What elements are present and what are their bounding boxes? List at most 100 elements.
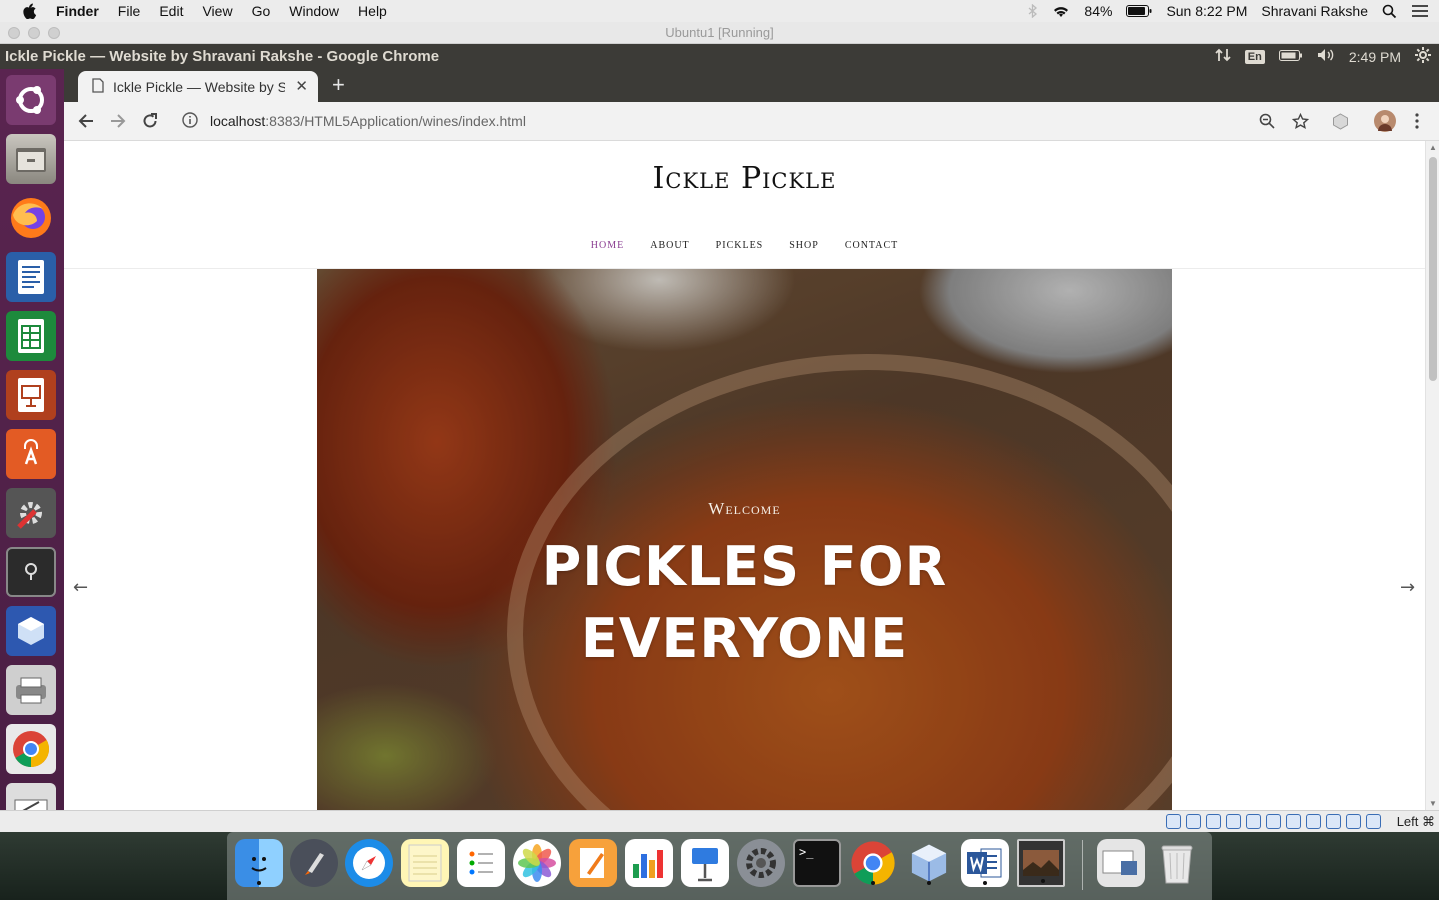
vm-device-icons: [1166, 814, 1381, 829]
printer-icon[interactable]: [6, 665, 56, 715]
profile-avatar[interactable]: [1374, 110, 1396, 132]
chrome-tab-strip: Ickle Pickle — Website by Shravani Raksh…: [64, 69, 1439, 102]
nav-home[interactable]: HOME: [591, 240, 624, 251]
close-tab-icon[interactable]: ✕: [295, 77, 308, 95]
network-icon[interactable]: [1226, 814, 1241, 829]
launchpad-icon[interactable]: [290, 839, 338, 887]
optical-drive-icon[interactable]: [1186, 814, 1201, 829]
recording-icon[interactable]: [1306, 814, 1321, 829]
cpu-icon[interactable]: [1326, 814, 1341, 829]
volume-icon[interactable]: [1317, 48, 1335, 65]
page-scrollbar[interactable]: ▲ ▼: [1425, 141, 1439, 810]
slider-prev-arrow-icon[interactable]: ←: [73, 577, 88, 598]
ubuntu-top-panel: Ickle Pickle — Website by Shravani Raksh…: [0, 44, 1439, 69]
files-icon[interactable]: [6, 134, 56, 184]
close-window-button[interactable]: [8, 27, 20, 39]
mac-menubar: Finder File Edit View Go Window Help 84%…: [0, 0, 1439, 22]
software-center-icon[interactable]: [6, 429, 56, 479]
battery-percent: 84%: [1084, 3, 1113, 19]
display-icon[interactable]: [1286, 814, 1301, 829]
photos-icon[interactable]: [513, 839, 561, 887]
keyboard-capture-icon[interactable]: [1366, 814, 1381, 829]
word-icon[interactable]: [961, 839, 1009, 887]
preview-icon[interactable]: [1017, 839, 1065, 887]
page-document-icon: [92, 77, 104, 96]
panel-clock[interactable]: 2:49 PM: [1349, 49, 1401, 65]
url-host: localhost: [210, 113, 266, 129]
keyboard-language[interactable]: En: [1244, 49, 1265, 64]
back-arrow-icon[interactable]: [76, 111, 96, 131]
battery-indicator-icon[interactable]: [1278, 49, 1303, 65]
scrollbar-thumb[interactable]: [1429, 157, 1437, 381]
address-bar[interactable]: localhost:8383/HTML5Application/wines/in…: [174, 106, 1344, 136]
terminal-icon[interactable]: [6, 547, 56, 597]
menubar-user[interactable]: Shravani Rakshe: [1261, 3, 1368, 19]
pages-icon[interactable]: [569, 839, 617, 887]
trash-icon[interactable]: [1153, 839, 1201, 887]
menu-app-finder[interactable]: Finder: [56, 3, 99, 19]
nav-about[interactable]: ABOUT: [650, 240, 689, 251]
extension-icon[interactable]: [1330, 111, 1350, 131]
nav-shop[interactable]: SHOP: [789, 240, 819, 251]
text-editor-icon[interactable]: [6, 783, 56, 810]
menu-help[interactable]: Help: [358, 3, 387, 19]
safari-icon[interactable]: [345, 839, 393, 887]
bookmark-star-icon[interactable]: [1290, 111, 1310, 131]
site-info-icon[interactable]: [182, 111, 198, 131]
system-settings-icon[interactable]: [6, 488, 56, 538]
forward-arrow-icon[interactable]: [108, 111, 128, 131]
wifi-icon[interactable]: [1052, 5, 1070, 18]
hard-disk-icon[interactable]: [1166, 814, 1181, 829]
menu-edit[interactable]: Edit: [159, 3, 183, 19]
writer-icon[interactable]: [6, 252, 56, 302]
menu-go[interactable]: Go: [252, 3, 271, 19]
scroll-up-icon[interactable]: ▲: [1429, 143, 1437, 152]
zoom-window-button[interactable]: [48, 27, 60, 39]
minimize-window-button[interactable]: [28, 27, 40, 39]
menu-file[interactable]: File: [118, 3, 141, 19]
slider-next-arrow-icon[interactable]: →: [1400, 577, 1415, 598]
chrome-menu-icon[interactable]: [1407, 111, 1427, 131]
nav-contact[interactable]: CONTACT: [845, 240, 898, 251]
keynote-icon[interactable]: [681, 839, 729, 887]
chrome-icon[interactable]: [6, 724, 56, 774]
apple-icon[interactable]: [20, 3, 38, 19]
impress-icon[interactable]: [6, 370, 56, 420]
new-tab-button[interactable]: +: [332, 73, 345, 97]
notes-icon[interactable]: [401, 839, 449, 887]
shared-folders-icon[interactable]: [1266, 814, 1281, 829]
menubar-clock[interactable]: Sun 8:22 PM: [1166, 3, 1247, 19]
menu-view[interactable]: View: [202, 3, 232, 19]
notification-center-icon[interactable]: [1411, 4, 1429, 18]
spotlight-search-icon[interactable]: [1382, 4, 1397, 19]
virtualbox-dock-icon[interactable]: [905, 839, 953, 887]
chrome-dock-icon[interactable]: [849, 839, 897, 887]
virtualbox-icon[interactable]: [6, 606, 56, 656]
virtualbox-status-bar: Left ⌘: [0, 810, 1439, 832]
mouse-integration-icon[interactable]: [1346, 814, 1361, 829]
reminders-icon[interactable]: [457, 839, 505, 887]
system-gear-icon[interactable]: [1415, 47, 1431, 66]
calc-icon[interactable]: [6, 311, 56, 361]
battery-icon[interactable]: [1126, 5, 1152, 17]
bluetooth-icon[interactable]: [1028, 4, 1038, 18]
hero-slider-image: Welcome PICKLES FOR EVERYONE: [317, 269, 1172, 810]
downloads-stack-icon[interactable]: [1097, 839, 1145, 887]
numbers-icon[interactable]: [625, 839, 673, 887]
scroll-down-icon[interactable]: ▼: [1429, 799, 1437, 808]
site-logo[interactable]: Ickle Pickle: [64, 161, 1425, 196]
nav-pickles[interactable]: PICKLES: [716, 240, 764, 251]
tab-ickle-pickle[interactable]: Ickle Pickle — Website by Shravani Raksh…: [78, 71, 318, 102]
zoom-icon[interactable]: [1257, 111, 1277, 131]
system-preferences-icon[interactable]: [737, 839, 785, 887]
hero-heading-line-1: PICKLES FOR: [541, 535, 948, 598]
firefox-icon[interactable]: [6, 193, 56, 243]
ubuntu-dash-icon[interactable]: [6, 75, 56, 125]
terminal-app-icon[interactable]: >_: [793, 839, 841, 887]
network-transfer-icon[interactable]: [1215, 47, 1231, 66]
audio-icon[interactable]: [1206, 814, 1221, 829]
menu-window[interactable]: Window: [289, 3, 339, 19]
reload-icon[interactable]: [140, 111, 160, 131]
usb-icon[interactable]: [1246, 814, 1261, 829]
finder-icon[interactable]: [235, 839, 283, 887]
